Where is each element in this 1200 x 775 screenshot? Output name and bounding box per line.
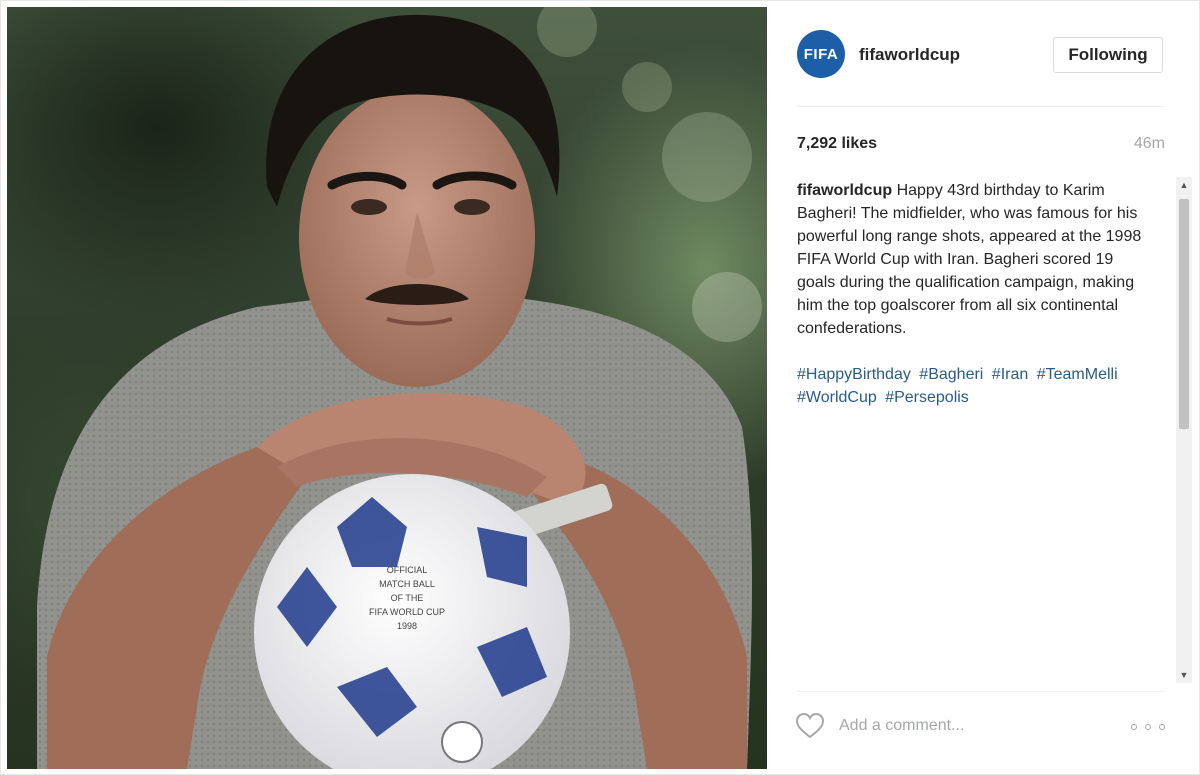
- comment-input[interactable]: [839, 711, 1099, 741]
- heart-icon[interactable]: [795, 712, 825, 740]
- comments-list[interactable]: fifaworldcup Happy 43rd birthday to Kari…: [797, 179, 1175, 689]
- username-link[interactable]: fifaworldcup: [859, 45, 960, 65]
- scroll-thumb[interactable]: [1179, 199, 1189, 429]
- hashtag-link[interactable]: #HappyBirthday: [797, 366, 911, 383]
- timestamp[interactable]: 46m: [1134, 135, 1165, 153]
- following-button[interactable]: Following: [1053, 37, 1163, 73]
- ball-text-line3: OF THE: [391, 593, 424, 603]
- avatar[interactable]: FIFA: [797, 30, 845, 78]
- ball-text-line4: FIFA WORLD CUP: [369, 607, 445, 617]
- caption: fifaworldcup Happy 43rd birthday to Kari…: [797, 179, 1142, 340]
- scroll-down-arrow[interactable]: ▼: [1176, 667, 1192, 683]
- post-header: FIFA fifaworldcup Following: [767, 7, 1195, 107]
- avatar-text: FIFA: [803, 45, 839, 63]
- likes-count[interactable]: 7,292 likes: [797, 135, 877, 153]
- post-window: OFFICIAL MATCH BALL OF THE FIFA WORLD CU…: [0, 0, 1200, 775]
- hashtag-link[interactable]: #TeamMelli: [1037, 366, 1118, 383]
- post-photo[interactable]: OFFICIAL MATCH BALL OF THE FIFA WORLD CU…: [7, 7, 767, 769]
- post-details-panel: FIFA fifaworldcup Following 7,292 likes …: [767, 7, 1195, 769]
- divider: [797, 691, 1165, 692]
- ball-text-line1: OFFICIAL: [387, 565, 428, 575]
- hashtags: #HappyBirthday #Bagheri #Iran #TeamMelli…: [797, 363, 1142, 409]
- hashtag-link[interactable]: #Persepolis: [885, 389, 969, 406]
- ball-text-line5: 1998: [397, 621, 417, 631]
- hashtag-link[interactable]: #WorldCup: [797, 389, 877, 406]
- scroll-up-arrow[interactable]: ▲: [1176, 177, 1192, 193]
- scrollbar[interactable]: ▲ ▼: [1176, 177, 1192, 683]
- divider: [797, 106, 1165, 107]
- ball-text-line2: MATCH BALL: [379, 579, 435, 589]
- hashtag-link[interactable]: #Bagheri: [919, 366, 983, 383]
- hashtag-link[interactable]: #Iran: [992, 366, 1028, 383]
- caption-author[interactable]: fifaworldcup: [797, 182, 892, 199]
- photo-illustration: OFFICIAL MATCH BALL OF THE FIFA WORLD CU…: [37, 7, 762, 769]
- caption-text: Happy 43rd birthday to Karim Bagheri! Th…: [797, 182, 1142, 337]
- more-options-icon[interactable]: [1131, 719, 1165, 735]
